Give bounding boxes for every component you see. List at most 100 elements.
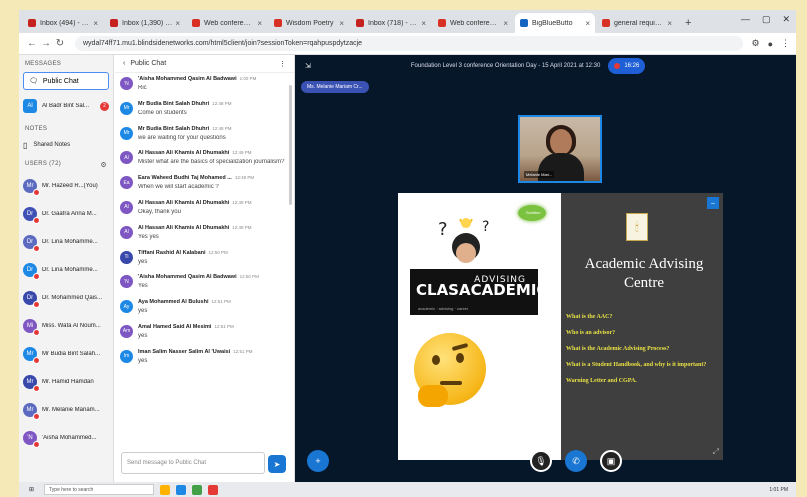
tab-close-icon[interactable]: × xyxy=(257,19,262,28)
chat-message: Ay Aya Mohammed Al Bulushi 12:51 PM yes xyxy=(115,296,294,321)
avatar: Ay xyxy=(120,300,133,314)
chrome-icon[interactable] xyxy=(192,484,203,495)
hide-presentation-button[interactable]: – xyxy=(707,197,719,209)
avatar: Mr xyxy=(23,375,40,392)
browser-tab[interactable]: BigBlueButto × xyxy=(515,13,595,33)
message-time: 12:51 PM xyxy=(233,348,253,354)
browser-tab[interactable]: general requiem × xyxy=(597,13,677,33)
message-text: When we will start academic ? xyxy=(138,184,219,191)
message-sender: Mr Budia Bint Salah Dhuhri 12:48 PM xyxy=(138,125,232,132)
tab-close-icon[interactable]: × xyxy=(421,19,426,28)
reload-icon[interactable]: ↻ xyxy=(53,38,67,49)
avatar-initials: Dr xyxy=(26,239,34,245)
tab-close-icon[interactable]: × xyxy=(93,19,98,28)
back-icon[interactable]: ← xyxy=(25,38,39,49)
leave-audio-button[interactable]: ✆ xyxy=(565,450,587,472)
unread-badge: 2 xyxy=(100,101,109,111)
taskbar-search-input[interactable]: Type here to search xyxy=(44,484,155,495)
chat-panel: ‹ Public Chat ⋮ 'N 'Aisha Mohammed Qasim … xyxy=(115,55,295,482)
message-text: we are waiting for your questions xyxy=(138,134,226,141)
browser-tab[interactable]: Web conference × xyxy=(433,13,513,33)
tab-close-icon[interactable]: × xyxy=(175,19,180,28)
chevron-left-icon[interactable]: ‹ xyxy=(123,60,125,67)
mute-button[interactable]: 🎙 xyxy=(530,450,552,472)
shared-notes-label: Shared Notes xyxy=(33,142,71,148)
user-name: 'Aisha Mohammed... xyxy=(42,435,97,441)
window-controls: — ▢ ✕ xyxy=(741,14,790,25)
user-list-item[interactable]: Mr Mr. Hamid Hamdan xyxy=(19,368,113,396)
avatar-initials: Dr xyxy=(26,267,34,273)
shared-notes-item[interactable]: ▯ Shared Notes xyxy=(19,135,113,155)
tab-close-icon[interactable]: × xyxy=(339,19,344,28)
webcam-video[interactable]: Melanie Mari... xyxy=(518,115,602,183)
muted-status-icon xyxy=(33,357,40,364)
avatar: Al xyxy=(120,151,133,165)
public-chat-item[interactable]: 🗨 Public Chat xyxy=(23,72,109,90)
browser-tab[interactable]: Inbox (1,390) - fu × xyxy=(105,13,185,33)
plus-icon: + xyxy=(315,456,321,466)
user-list-item[interactable]: Dr Dr. Gaafra Anna M... xyxy=(19,200,113,228)
user-name: Mr. Hazeed R...(You) xyxy=(42,183,98,189)
user-list-item[interactable]: Mi Miss. Wafa Al Noum... xyxy=(19,312,113,340)
user-list-item[interactable]: Mr Mr Budia Bint Salah... xyxy=(19,340,113,368)
message-text: yes xyxy=(138,332,148,339)
tab-close-icon[interactable]: × xyxy=(667,19,672,28)
user-list-item[interactable]: Dr Dr. Mohammed Qais... xyxy=(19,284,113,312)
share-webcam-button[interactable]: ▣ xyxy=(600,450,622,472)
avatar: 'N xyxy=(23,431,40,448)
app-icon[interactable] xyxy=(208,484,219,495)
message-text: Yes yes xyxy=(138,233,159,240)
tab-close-icon[interactable]: × xyxy=(585,19,590,28)
muted-status-icon xyxy=(33,441,40,448)
browser-tab[interactable]: Inbox (494) - flur × xyxy=(23,13,103,33)
message-sender: Tiffani Rashid Al Kalabani 12:50 PM xyxy=(138,249,228,256)
windows-start-icon[interactable]: ⊞ xyxy=(29,486,34,493)
browser-window: Inbox (494) - flur × Inbox (1,390) - fu × We… xyxy=(19,10,796,497)
profile-icon[interactable]: ● xyxy=(768,39,773,49)
user-list-item[interactable]: 'N 'Aisha Mohammed... xyxy=(19,424,113,452)
chat-scrollbar[interactable] xyxy=(289,85,292,205)
maximize-icon[interactable]: ▢ xyxy=(762,14,771,25)
private-chat-item[interactable]: Al Al Badr Bint Sal... 2 xyxy=(19,92,113,120)
tab-label: Web conference xyxy=(204,19,255,27)
presentation-area: ⇲ Foundation Level 3 conference Orientat… xyxy=(295,55,796,482)
send-button[interactable]: ➤ xyxy=(268,455,286,473)
actions-button[interactable]: + xyxy=(307,450,329,472)
new-tab-icon[interactable]: + xyxy=(679,17,697,33)
user-list-item[interactable]: Dr Dr. Lina Mohamme... xyxy=(19,256,113,284)
browser-tab[interactable]: Web conference × xyxy=(187,13,267,33)
user-list-item[interactable]: Dr Dr. Lina Mohamme... xyxy=(19,228,113,256)
presentation-header: ⇲ Foundation Level 3 conference Orientat… xyxy=(295,55,796,77)
presentation-slide: ? ? Solution ADVISING CLASACADEMIC acade… xyxy=(398,193,723,460)
browser-tab[interactable]: Inbox (718) - flur × xyxy=(351,13,431,33)
menu-icon[interactable]: ⋮ xyxy=(781,38,790,49)
users-toggle-icon[interactable]: ⇲ xyxy=(305,62,311,70)
tab-close-icon[interactable]: × xyxy=(503,19,508,28)
url-input[interactable]: wydal74ff71.mu1.blindsidenetworks.com/ht… xyxy=(75,36,744,51)
slide-bullet-list: What is the AAC? Who is an advisor? What i… xyxy=(566,313,716,393)
tab-label: Inbox (1,390) - fu xyxy=(122,19,173,27)
file-explorer-icon[interactable] xyxy=(160,484,171,495)
user-name: Dr. Lina Mohamme... xyxy=(42,267,98,273)
settings-icon[interactable]: ⚙ xyxy=(100,161,107,169)
user-list-item[interactable]: Mr Mr. Melanie Mariam... xyxy=(19,396,113,424)
user-name: Dr. Mohammed Qais... xyxy=(42,295,103,301)
avatar: Mr xyxy=(23,403,40,420)
user-name: Miss. Wafa Al Noum... xyxy=(42,323,101,329)
recording-time: 16:26 xyxy=(624,63,640,69)
close-icon[interactable]: ✕ xyxy=(782,14,790,25)
minimize-icon[interactable]: — xyxy=(741,14,750,25)
browser-tab[interactable]: Wisdom Poetry × xyxy=(269,13,349,33)
chat-message-input[interactable]: Send message to Public Chat xyxy=(121,452,265,474)
edge-icon[interactable] xyxy=(176,484,187,495)
extensions-icon[interactable]: ⚙ xyxy=(751,38,759,49)
forward-icon[interactable]: → xyxy=(39,38,53,49)
user-list-item[interactable]: Mr Mr. Hazeed R...(You) xyxy=(19,172,113,200)
svg-text:?: ? xyxy=(438,219,448,240)
more-options-icon[interactable]: ⋮ xyxy=(279,60,286,68)
message-sender: Eara Waheed Budhi Taj Mohamed ... 12:49 P… xyxy=(138,175,255,182)
conference-title: Foundation Level 3 conference Orientatio… xyxy=(410,63,601,69)
user-name: Mr Budia Bint Salah... xyxy=(42,351,101,357)
recording-indicator[interactable]: 16:26 xyxy=(608,58,646,74)
message-sender: Mr Budia Bint Salah Dhuhri 12:48 PM xyxy=(138,100,232,107)
